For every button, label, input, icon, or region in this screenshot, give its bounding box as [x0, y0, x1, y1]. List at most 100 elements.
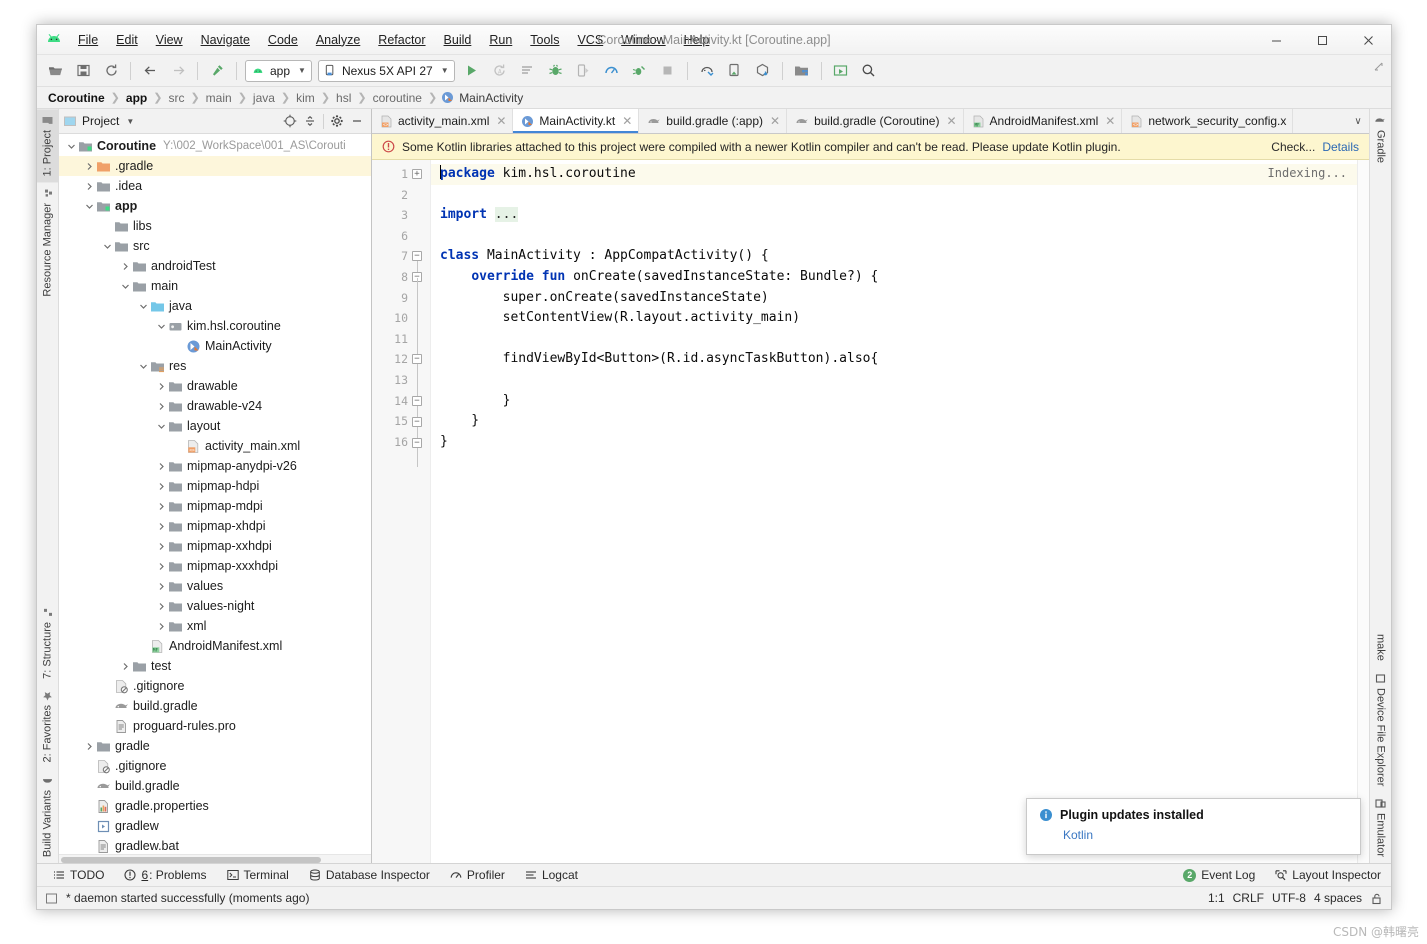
breadcrumb-item-mainactivity[interactable]: MainActivity [457, 91, 525, 105]
close-icon-5[interactable]: ✕ [1105, 114, 1115, 128]
open-folder-icon[interactable] [43, 59, 67, 83]
warning-details-link[interactable]: Details [1322, 140, 1359, 154]
close-icon[interactable]: ✕ [496, 114, 506, 128]
bottom-tab-logcat[interactable]: Logcat [515, 866, 588, 884]
plugin-updates-popup[interactable]: Plugin updates installed Kotlin [1026, 798, 1361, 855]
save-all-icon[interactable] [71, 59, 95, 83]
bottom-tab-layout-inspector[interactable]: Layout Inspector [1265, 866, 1391, 884]
search-icon[interactable] [857, 59, 881, 83]
bottom-tab-database-inspector[interactable]: Database Inspector [299, 866, 440, 884]
menu-build[interactable]: Build [435, 29, 481, 51]
module-selector[interactable]: app ▼ [245, 59, 312, 82]
tree-node-gradle[interactable]: gradle [59, 736, 371, 756]
chevron-right-icon[interactable] [155, 560, 168, 573]
project-tree[interactable]: Coroutine Y:\002_WorkSpace\001_AS\Corouti… [59, 134, 371, 854]
close-icon-3[interactable]: ✕ [770, 114, 780, 128]
project-tree-hscrollbar[interactable] [59, 854, 371, 863]
tree-node-kim-hsl-coroutine[interactable]: kim.hsl.coroutine [59, 316, 371, 336]
fold-collapse-class-icon[interactable]: − [412, 251, 422, 261]
tree-node-mipmap-xxxhdpi[interactable]: mipmap-xxxhdpi [59, 556, 371, 576]
code-line[interactable]: package kim.hsl.coroutine [430, 164, 1357, 185]
bottom-tab-event-log[interactable]: 2 Event Log [1173, 866, 1265, 884]
chevron-right-icon[interactable] [83, 740, 96, 753]
avd-manager-icon[interactable] [723, 59, 747, 83]
tree-node-test[interactable]: test [59, 656, 371, 676]
tree-node-androidmanifest-xml[interactable]: MF AndroidManifest.xml [59, 636, 371, 656]
status-encoding[interactable]: UTF-8 [1272, 891, 1306, 905]
sidebar-item-project[interactable]: 1: Project [37, 109, 58, 183]
menu-file[interactable]: File [69, 29, 107, 51]
sync-project-icon[interactable] [751, 59, 775, 83]
profiler-icon[interactable] [600, 59, 624, 83]
sidebar-item-build-variants[interactable]: Build Variants [37, 769, 58, 863]
tree-node-gradlew-bat[interactable]: gradlew.bat [59, 836, 371, 854]
device-manager-icon[interactable] [829, 59, 853, 83]
tree-node-gradle[interactable]: .gradle [59, 156, 371, 176]
breadcrumb-item-app[interactable]: app [124, 91, 149, 105]
tree-node-main[interactable]: main [59, 276, 371, 296]
folded-imports[interactable]: ... [494, 207, 519, 223]
code-line[interactable] [430, 185, 1357, 206]
breadcrumb-item-java[interactable]: java [251, 91, 277, 105]
tree-node-xml[interactable]: xml [59, 616, 371, 636]
tree-node-mipmap-xhdpi[interactable]: mipmap-xhdpi [59, 516, 371, 536]
run-with-coverage-icon[interactable] [628, 59, 652, 83]
chevron-right-icon[interactable] [119, 260, 132, 273]
tree-node-androidtest[interactable]: androidTest [59, 256, 371, 276]
code-line[interactable]: } [430, 432, 1357, 453]
tab-build-gradle-coroutine[interactable]: build.gradle (Coroutine) ✕ [787, 109, 964, 133]
popup-kotlin-link[interactable]: Kotlin [1063, 828, 1348, 842]
tree-node-gradle-properties[interactable]: gradle.properties [59, 796, 371, 816]
close-icon-2[interactable]: ✕ [622, 114, 632, 128]
tab-activity-main-xml[interactable]: <> activity_main.xml ✕ [372, 109, 514, 133]
fold-collapse-also-icon[interactable]: − [412, 354, 422, 364]
bottom-tab-problems[interactable]: 6 : Problems [114, 866, 216, 884]
menu-refactor[interactable]: Refactor [369, 29, 434, 51]
sidebar-item-emulator[interactable]: Emulator [1370, 792, 1391, 863]
chevron-down-icon[interactable] [137, 360, 150, 373]
chevron-right-icon[interactable] [83, 180, 96, 193]
close-button[interactable] [1345, 25, 1391, 55]
chevron-down-icon-project[interactable]: ▼ [126, 117, 134, 126]
device-selector[interactable]: Nexus 5X API 27 ▼ [317, 59, 455, 82]
chevron-down-icon[interactable] [137, 300, 150, 313]
apply-code-changes-icon[interactable] [516, 59, 540, 83]
status-line-separator[interactable]: CRLF [1233, 891, 1264, 905]
project-tree-hscroll-thumb[interactable] [61, 857, 321, 863]
tree-node-mipmap-anydpi-v26[interactable]: mipmap-anydpi-v26 [59, 456, 371, 476]
code-line[interactable]: class MainActivity : AppCompatActivity()… [430, 246, 1357, 267]
fold-expand-import-icon[interactable]: + [412, 169, 422, 179]
code-line[interactable]: setContentView(R.layout.activity_main) [430, 308, 1357, 329]
code-line[interactable]: findViewById<Button>(R.id.asyncTaskButto… [430, 349, 1357, 370]
menu-tools[interactable]: Tools [521, 29, 568, 51]
menu-run[interactable]: Run [480, 29, 521, 51]
tree-node-gitignore[interactable]: .gitignore [59, 756, 371, 776]
breadcrumb-item-kim[interactable]: kim [294, 91, 317, 105]
editor-gutter[interactable]: 1 2 3 6 7 8 9 10 11 12 13 14 15 16 + − − − − − − [372, 160, 430, 863]
chevron-down-icon[interactable] [119, 280, 132, 293]
chevron-right-icon[interactable] [155, 480, 168, 493]
debug-icon[interactable] [544, 59, 568, 83]
code-line[interactable] [430, 329, 1357, 350]
chevron-right-icon[interactable] [119, 660, 132, 673]
tab-mainactivity-kt[interactable]: MainActivity.kt ✕ [513, 109, 640, 133]
code-line[interactable]: } [430, 391, 1357, 412]
attach-debugger-icon[interactable] [572, 59, 596, 83]
sidebar-item-device-file-explorer[interactable]: Device File Explorer [1370, 667, 1391, 792]
sync-icon[interactable] [99, 59, 123, 83]
menu-view[interactable]: View [147, 29, 192, 51]
menu-navigate[interactable]: Navigate [192, 29, 259, 51]
chevron-right-icon[interactable] [155, 380, 168, 393]
status-caret-position[interactable]: 1:1 [1208, 891, 1225, 905]
chevron-right-icon[interactable] [155, 600, 168, 613]
sidebar-item-gradle[interactable]: Gradle [1370, 109, 1391, 169]
sidebar-item-structure[interactable]: 7: Structure [37, 601, 58, 685]
stop-icon[interactable] [656, 59, 680, 83]
tree-node-gradlew[interactable]: gradlew [59, 816, 371, 836]
tree-node-activity-main-xml[interactable]: <> activity_main.xml [59, 436, 371, 456]
bottom-tab-profiler[interactable]: Profiler [440, 866, 515, 884]
code-editor[interactable]: Indexing... package kim.hsl.coroutine imp… [430, 160, 1357, 863]
tree-node-mipmap-xxhdpi[interactable]: mipmap-xxhdpi [59, 536, 371, 556]
menu-analyze[interactable]: Analyze [307, 29, 369, 51]
close-icon-4[interactable]: ✕ [946, 114, 956, 128]
